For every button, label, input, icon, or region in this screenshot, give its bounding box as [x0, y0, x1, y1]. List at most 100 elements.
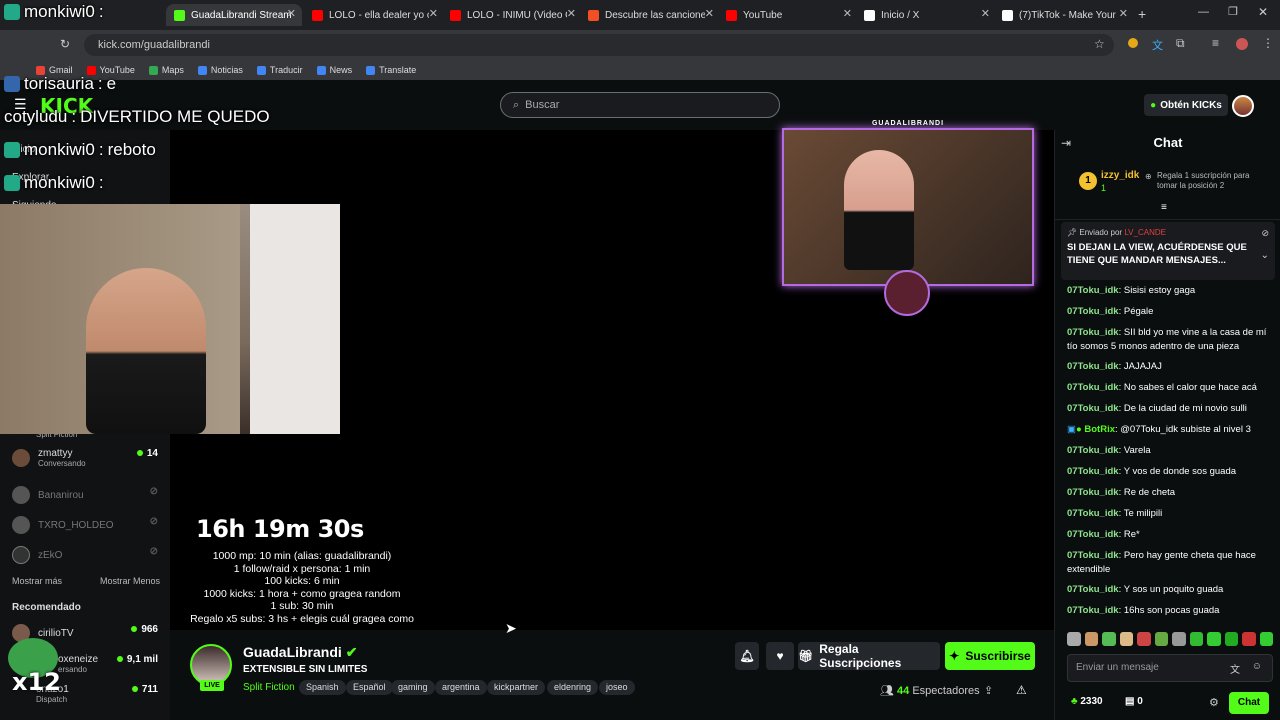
- top-gifter-name[interactable]: izzy_idk: [1101, 170, 1139, 181]
- send-chat-button[interactable]: Chat: [1229, 692, 1269, 714]
- live-dot-icon: [116, 656, 123, 662]
- close-tab-icon[interactable]: ✕: [843, 7, 852, 20]
- reload-icon[interactable]: ↻: [60, 37, 70, 51]
- emote-bar: [1067, 632, 1273, 646]
- emote-icon[interactable]: [1137, 632, 1151, 646]
- sidebar-channel-zeko[interactable]: zEkO: [12, 546, 62, 564]
- chevron-down-icon[interactable]: ⌄: [1261, 250, 1269, 261]
- tag-eldenring[interactable]: eldenring: [547, 680, 599, 695]
- emoji-icon[interactable]: ☺: [1252, 661, 1262, 672]
- tab-0[interactable]: GuadaLibrandi Stream - V✕: [166, 4, 302, 26]
- bookmark-traducir[interactable]: Traducir: [256, 65, 303, 75]
- tag-joseo[interactable]: joseo: [599, 680, 635, 695]
- tab-3[interactable]: Descubre las canciones m✕: [582, 4, 720, 26]
- chat-message: 07Toku_idk: JAJAJAJ: [1067, 361, 1162, 372]
- points-balance[interactable]: ▤ 0: [1125, 696, 1143, 707]
- tab-6[interactable]: (7)TikTok - Make Your Da✕: [996, 4, 1134, 26]
- bookmark-translate[interactable]: Translate: [366, 65, 416, 75]
- follow-button[interactable]: ♥: [766, 642, 794, 670]
- get-kicks-button[interactable]: ● Obtén KICKs: [1144, 94, 1228, 116]
- emote-icon[interactable]: [1154, 632, 1168, 646]
- profile-avatar[interactable]: [1236, 38, 1248, 50]
- youtube-favicon-icon: [312, 9, 323, 21]
- show-more-link[interactable]: Mostrar más: [12, 576, 62, 586]
- share-icon[interactable]: ⇪: [984, 684, 993, 697]
- tag-argentina[interactable]: argentina: [435, 680, 487, 695]
- offline-icon: ⊘: [149, 516, 158, 527]
- emote-icon[interactable]: [1224, 632, 1238, 646]
- expand-icon[interactable]: ≡: [1161, 202, 1167, 213]
- bookmark-star-icon[interactable]: ☆: [1094, 37, 1105, 51]
- news-icon: [197, 65, 207, 75]
- tag-espanol[interactable]: Español: [346, 680, 393, 695]
- close-tab-icon[interactable]: ✕: [705, 7, 714, 20]
- top-gifter-bar: 1 izzy_idk 1 ⊕ Regala 1 suscripción para…: [1055, 160, 1280, 220]
- bookmark-news[interactable]: News: [316, 65, 352, 75]
- emote-icon[interactable]: [1119, 632, 1133, 646]
- viewer-count: 14: [136, 448, 158, 459]
- tag-kickpartner[interactable]: kickpartner: [487, 680, 546, 695]
- emote-icon[interactable]: [1189, 632, 1203, 646]
- emote-icon[interactable]: [1207, 632, 1221, 646]
- kicks-balance[interactable]: ♣ 2330: [1071, 696, 1103, 707]
- kicks-coin-icon: ●: [1150, 99, 1157, 111]
- youtube-favicon-icon: [450, 9, 461, 21]
- gift-prompt[interactable]: Regala 1 suscripción para tomar la posic…: [1157, 171, 1257, 191]
- unpin-icon[interactable]: ⊘: [1261, 228, 1269, 239]
- user-avatar[interactable]: [1232, 95, 1254, 117]
- news-icon: [316, 65, 326, 75]
- sidebar-channel-bananirou[interactable]: Bananirou: [12, 486, 84, 504]
- emote-icon[interactable]: [1172, 632, 1186, 646]
- offline-icon: ⊘: [149, 486, 158, 497]
- translate-icon[interactable]: 文: [1230, 661, 1240, 676]
- report-icon[interactable]: ⚠: [1016, 683, 1027, 697]
- subscribe-button[interactable]: ✦ Suscribirse: [945, 642, 1035, 670]
- music-favicon-icon: [588, 9, 599, 21]
- maximize-icon[interactable]: ❐: [1228, 5, 1238, 18]
- viewer-count: 9,1 mil: [116, 654, 158, 665]
- extension-icon[interactable]: [1128, 38, 1138, 48]
- chat-settings-gear-icon[interactable]: ⚙: [1209, 696, 1219, 709]
- url-field[interactable]: kick.com/guadalibrandi: [84, 34, 1114, 56]
- tab-5[interactable]: Inicio / X ✕: [858, 4, 996, 26]
- sidebar-channel-txro[interactable]: TXRO_HOLDEO: [12, 516, 114, 534]
- close-tab-icon[interactable]: ✕: [429, 7, 438, 20]
- translate-extension-icon[interactable]: 文: [1152, 37, 1163, 53]
- gift-subs-button[interactable]: 🎁︎ Regala Suscripciones: [798, 642, 940, 670]
- new-tab-icon[interactable]: +: [1138, 6, 1146, 22]
- tab-1[interactable]: LOLO - ella dealer yo chi ✕: [306, 4, 444, 26]
- bookmark-maps[interactable]: Maps: [148, 65, 184, 75]
- close-window-icon[interactable]: ✕: [1258, 5, 1268, 19]
- offline-icon: ⊘: [149, 546, 158, 557]
- channel-name[interactable]: GuadaLibrandi ✔: [243, 644, 357, 661]
- rank-badge: 1: [1079, 172, 1097, 190]
- mouse-cursor-icon: ➤: [505, 620, 517, 636]
- browser-menu-icon[interactable]: ⋮: [1262, 36, 1274, 50]
- show-less-link[interactable]: Mostrar Menos: [100, 576, 160, 586]
- translate-icon: [256, 65, 266, 75]
- notifications-button[interactable]: 🔔︎: [735, 642, 759, 670]
- tab-2[interactable]: LOLO - INIMU (Video Ofi ✕: [444, 4, 582, 26]
- emote-icon[interactable]: [1102, 632, 1116, 646]
- bookmark-noticias[interactable]: Noticias: [197, 65, 243, 75]
- reading-list-icon[interactable]: ≡: [1212, 36, 1219, 50]
- close-tab-icon[interactable]: ✕: [981, 7, 990, 20]
- close-tab-icon[interactable]: ✕: [567, 7, 576, 20]
- category-link[interactable]: Split Fiction: [243, 682, 295, 693]
- tab-4[interactable]: YouTube ✕: [720, 4, 858, 26]
- chat-message-input[interactable]: Enviar un mensaje 文 ☺: [1067, 654, 1273, 682]
- emote-icon[interactable]: [1067, 632, 1081, 646]
- webcam-wall: [250, 204, 340, 434]
- emote-icon[interactable]: [1084, 632, 1098, 646]
- minimize-icon[interactable]: —: [1198, 6, 1209, 18]
- search-input[interactable]: ⌕ Buscar: [500, 92, 780, 118]
- emote-icon[interactable]: [1242, 632, 1256, 646]
- close-tab-icon[interactable]: ✕: [287, 7, 296, 20]
- sidebar-channel-oxeneize[interactable]: oxeneize ersando: [58, 654, 98, 674]
- tag-gaming[interactable]: gaming: [391, 680, 435, 695]
- chat-message: 07Toku_idk: Te milipili: [1067, 508, 1163, 519]
- extensions-puzzle-icon[interactable]: ⧉: [1176, 36, 1185, 51]
- tag-spanish[interactable]: Spanish: [299, 680, 346, 695]
- close-tab-icon[interactable]: ✕: [1119, 7, 1128, 20]
- emote-icon[interactable]: [1259, 632, 1273, 646]
